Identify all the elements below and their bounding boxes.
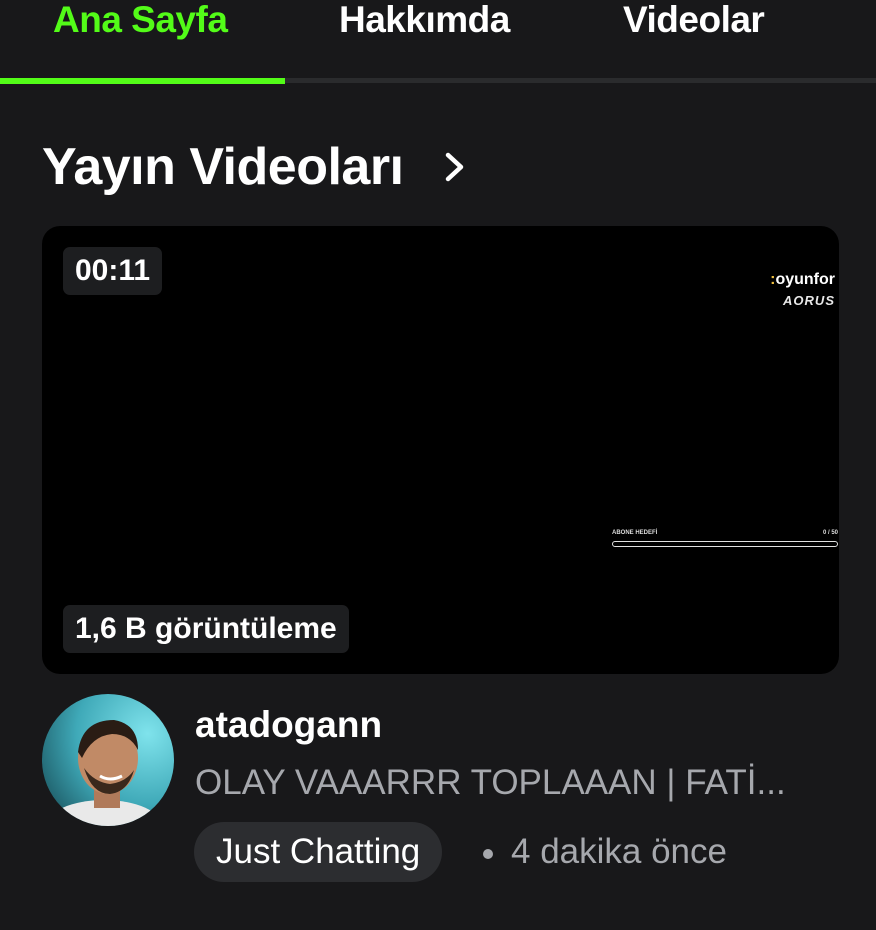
tab-home[interactable]: Ana Sayfa	[53, 0, 228, 48]
goal-value: 0 / 50	[822, 530, 838, 536]
subscriber-goal-widget: ABONE HEDEFİ 0 / 50	[612, 528, 838, 547]
sponsor-logo: :oyunfor AORUS	[759, 270, 835, 310]
duration-badge: 00:11	[63, 247, 163, 295]
section-title: Yayın Videoları	[42, 138, 404, 196]
active-tab-indicator	[0, 78, 285, 84]
time-ago: 4 dakika önce	[511, 832, 727, 871]
goal-progress-bar	[612, 541, 838, 547]
tab-about[interactable]: Hakkımda	[339, 0, 510, 48]
sponsor-logo-aorus: AORUS	[783, 293, 835, 308]
goal-label: ABONE HEDEFİ	[612, 530, 658, 536]
tab-videos[interactable]: Videolar	[623, 0, 765, 48]
sponsor-logo-oyunfor: :oyunfor	[770, 271, 835, 288]
separator-dot	[483, 849, 493, 859]
views-badge: 1,6 B görüntüleme	[63, 605, 349, 653]
chevron-right-icon[interactable]	[442, 150, 468, 184]
section-header-stream-videos[interactable]: Yayın Videoları	[42, 134, 468, 200]
channel-name[interactable]: atadogann	[195, 700, 382, 750]
tab-bar: Ana Sayfa Hakkımda Videolar	[0, 0, 876, 84]
category-tag[interactable]: Just Chatting	[194, 822, 443, 882]
avatar[interactable]	[42, 694, 174, 826]
channel-page: Ana Sayfa Hakkımda Videolar Yayın Videol…	[0, 0, 876, 930]
video-thumbnail[interactable]: 00:11 :oyunfor AORUS ABONE HEDEFİ 0 / 50…	[42, 226, 839, 674]
video-title[interactable]: OLAY VAAARRR TOPLAAAN | FATİ...	[195, 758, 835, 808]
